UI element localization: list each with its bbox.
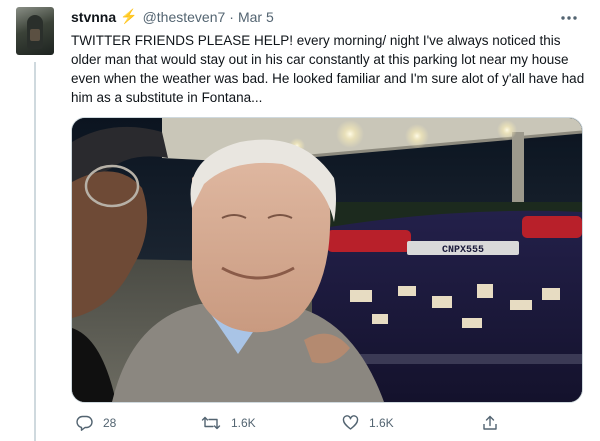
tweet-date[interactable]: Mar 5 <box>238 9 274 25</box>
share-icon <box>483 415 497 430</box>
tweet-header: stvnna ⚡ @thesteven7 · Mar 5 <box>71 8 274 25</box>
share-button[interactable] <box>482 415 508 431</box>
reply-icon <box>76 415 93 431</box>
retweet-icon <box>201 416 221 430</box>
like-count: 1.6K <box>369 416 394 430</box>
reply-count: 28 <box>103 416 117 430</box>
avatar[interactable] <box>16 7 54 55</box>
tweet-photo[interactable]: CNPX555 <box>71 117 583 403</box>
heart-icon <box>342 415 359 430</box>
separator-dot: · <box>229 8 234 25</box>
reply-button[interactable]: 28 <box>76 415 116 431</box>
avatar-figure <box>27 15 43 49</box>
retweet-button[interactable]: 1.6K <box>201 415 256 431</box>
thread-line <box>34 62 36 441</box>
retweet-count: 1.6K <box>231 416 256 430</box>
like-button[interactable]: 1.6K <box>342 415 394 431</box>
tweet-text: TWITTER FRIENDS PLEASE HELP! every morni… <box>71 33 585 105</box>
more-icon[interactable] <box>560 10 578 24</box>
user-handle[interactable]: @thesteven7 <box>143 9 226 25</box>
license-plate: CNPX555 <box>442 245 484 256</box>
tweet-actions: 28 1.6K 1.6K <box>0 415 600 439</box>
display-name[interactable]: stvnna <box>71 9 116 25</box>
lightning-emoji: ⚡ <box>120 8 138 24</box>
